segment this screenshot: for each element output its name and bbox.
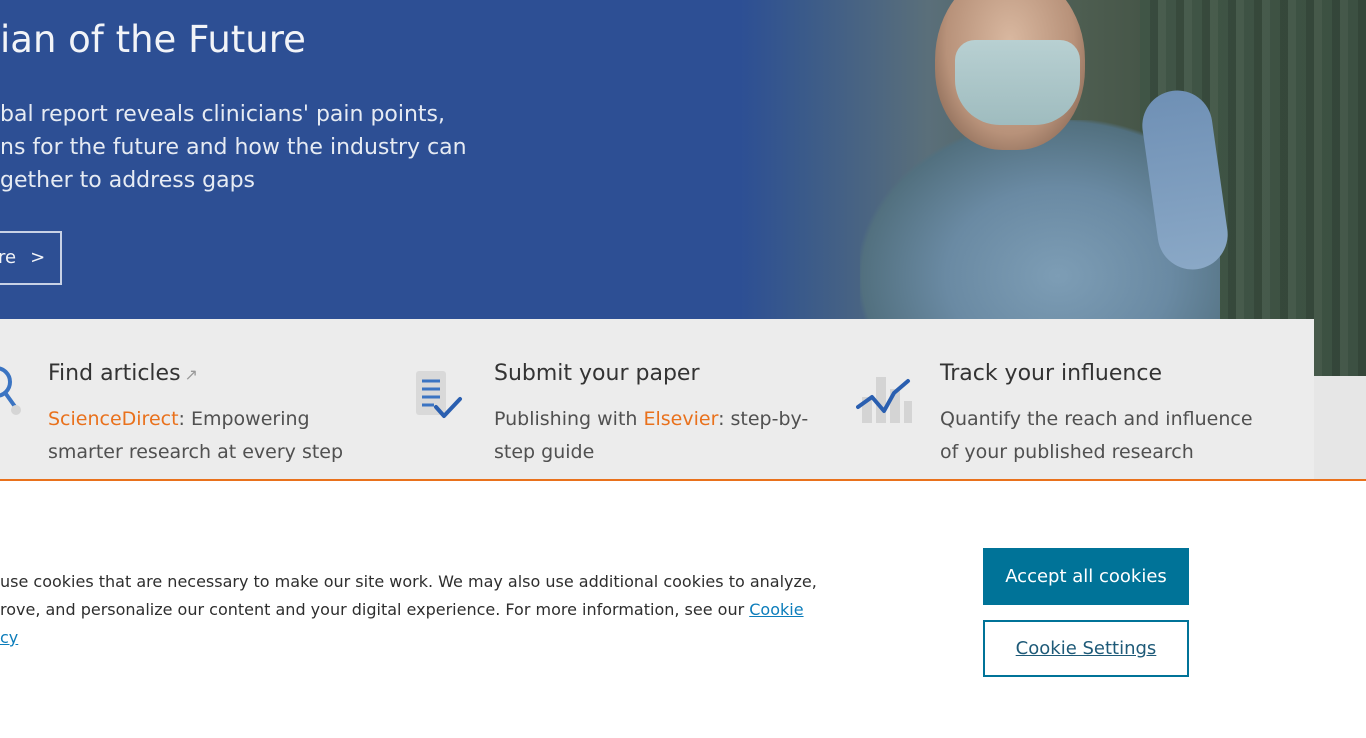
cookie-message-line: cy <box>0 624 760 652</box>
hero-photo-mask <box>955 40 1080 125</box>
feature-description-text: : step-by- <box>718 408 809 430</box>
cookie-message-line: rove, and personalize our content and yo… <box>0 596 804 624</box>
feature-description-text: step guide <box>494 441 595 463</box>
search-icon <box>0 366 21 415</box>
external-link-icon: ↗ <box>184 365 198 384</box>
feature-description-text: Quantify the reach and influence <box>940 408 1253 430</box>
page: ian of the Future bal report reveals cli… <box>0 0 1366 738</box>
feature-title[interactable]: Track your influence <box>940 361 1162 386</box>
cookie-message-line: use cookies that are necessary to make o… <box>0 572 817 591</box>
cookie-message-text: rove, and personalize our content and yo… <box>0 600 750 619</box>
chevron-right-icon: > <box>30 247 46 268</box>
sciencedirect-link[interactable]: ScienceDirect <box>48 408 179 430</box>
feature-title[interactable]: Find articles ↗ <box>48 361 198 386</box>
elsevier-link[interactable]: Elsevier <box>644 408 719 430</box>
learn-more-label: re <box>0 247 17 268</box>
feature-description-text: Publishing with <box>494 408 644 430</box>
feature-description-text: smarter research at every step <box>48 441 344 463</box>
cookie-policy-link-continued[interactable]: cy <box>0 628 18 647</box>
cookie-banner: use cookies that are necessary to make o… <box>0 479 1366 738</box>
feature-title-text: Find articles <box>48 361 181 386</box>
cookie-settings-button[interactable]: Cookie Settings <box>983 620 1189 677</box>
accept-all-cookies-button[interactable]: Accept all cookies <box>983 548 1189 605</box>
feature-description: ScienceDirect: Empowering smarter resear… <box>48 403 368 469</box>
feature-title[interactable]: Submit your paper <box>494 361 700 386</box>
feature-band: Find articles ↗ ScienceDirect: Empowering… <box>0 319 1314 479</box>
hero-description-line: ns for the future and how the industry c… <box>0 135 467 160</box>
learn-more-button[interactable]: re > <box>0 231 62 285</box>
feature-description-text: of your published research <box>940 441 1194 463</box>
cookie-policy-link[interactable]: Cookie <box>749 600 803 619</box>
hero-title: ian of the Future <box>0 18 306 61</box>
feature-description: Publishing with Elsevier: step-by- step … <box>494 403 814 469</box>
document-check-icon <box>416 371 462 418</box>
hero-description: bal report reveals clinicians' pain poin… <box>0 98 470 197</box>
feature-description-text: : Empowering <box>178 408 310 430</box>
hero-description-line: gether to address gaps <box>0 168 256 193</box>
feature-description: Quantify the reach and influence of your… <box>940 403 1260 469</box>
cookie-message: use cookies that are necessary to make o… <box>0 568 817 652</box>
hero-description-line: bal report reveals clinicians' pain poin… <box>0 102 446 127</box>
chart-trend-icon <box>856 377 912 423</box>
